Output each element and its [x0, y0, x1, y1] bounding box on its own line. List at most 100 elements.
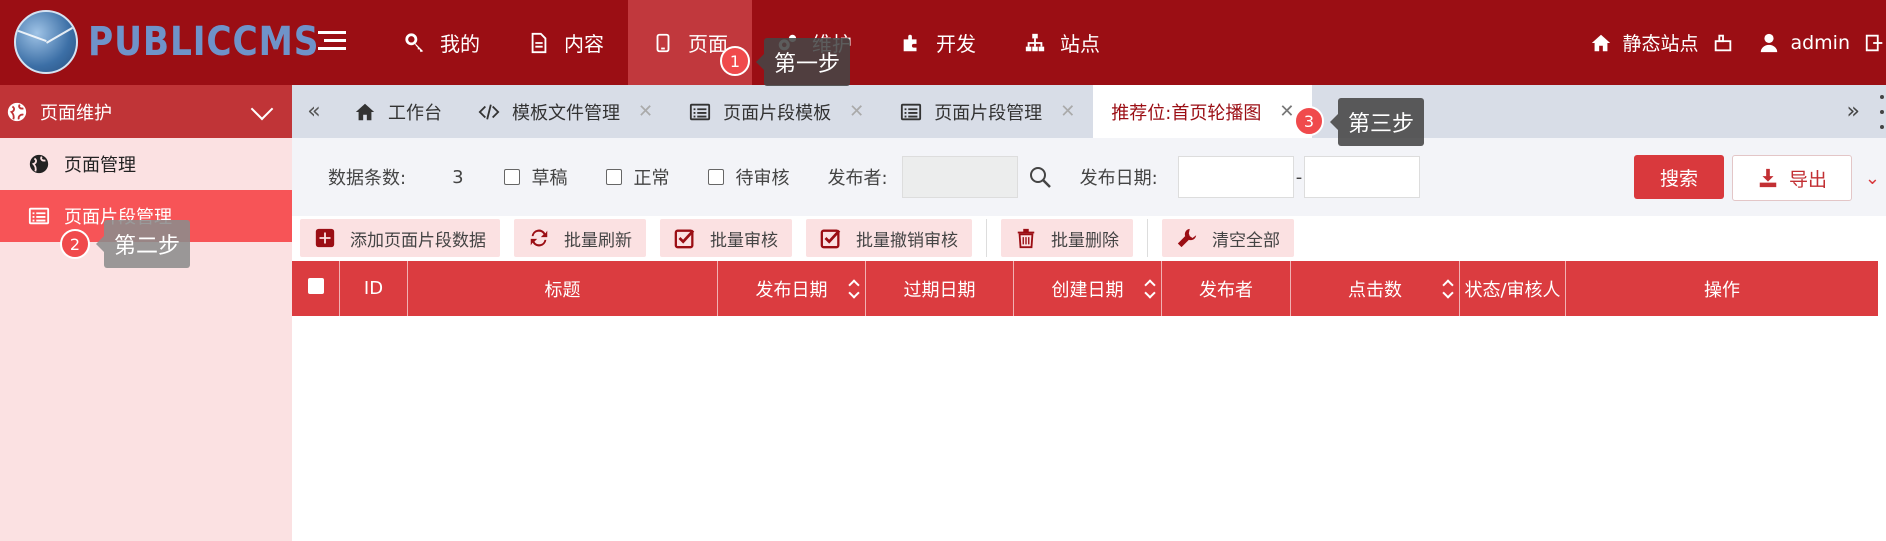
key-icon [404, 32, 426, 54]
checkbox-normal[interactable]: 正常 [605, 164, 670, 190]
sidebar-item-label: 页面管理 [64, 155, 136, 176]
sort-icon[interactable] [1443, 279, 1453, 299]
column-header-status[interactable]: 状态/审核人 [1460, 261, 1566, 316]
user-menu[interactable]: admin [1758, 32, 1850, 54]
column-header-id[interactable]: ID [340, 261, 408, 316]
checkbox-box[interactable] [707, 169, 724, 185]
chevron-down-icon [250, 97, 274, 121]
publisher-input[interactable] [901, 156, 1018, 198]
tab-recommend-carousel[interactable]: 推荐位:首页轮播图 ✕ [1093, 85, 1313, 138]
action-toolbar: 添加页面片段数据 批量刷新 批量审核 批量撤销审核 批量删除 清空全部 [300, 219, 1308, 257]
tab-fragment-templates[interactable]: 页面片段模板 ✕ [671, 85, 882, 138]
tab-fragment-manage[interactable]: 页面片段管理 ✕ [882, 85, 1093, 138]
column-header-create-date[interactable]: 创建日期 [1014, 261, 1162, 316]
search-bar: 数据条数: 3 草稿 正常 待审核 发布者: 发布日期: - 搜索 导出 ⌄ [292, 138, 1886, 216]
step-1-marker: 1 [720, 46, 750, 76]
column-header-clicks[interactable]: 点击数 [1291, 261, 1460, 316]
checkbox-box[interactable] [503, 169, 520, 185]
date-label: 发布日期: [1079, 168, 1158, 189]
home-icon [1592, 34, 1611, 51]
top-right-actions: 静态站点 admin [1590, 0, 1886, 85]
sort-icon[interactable] [1145, 279, 1155, 299]
close-icon[interactable]: ✕ [638, 101, 653, 122]
wrench-icon [1177, 228, 1197, 248]
close-icon[interactable]: ✕ [1279, 101, 1294, 122]
export-button[interactable]: 导出 [1732, 155, 1852, 201]
sidebar: 页面维护 页面管理 页面片段管理 [0, 85, 292, 541]
sidebar-item-page-manage[interactable]: 页面管理 [0, 138, 292, 190]
globe-icon [29, 154, 49, 174]
search-button[interactable]: 搜索 [1634, 155, 1724, 199]
nav-label: 内容 [564, 32, 604, 56]
step-1-tooltip: 第一步 [755, 38, 851, 86]
tab-more-icon[interactable] [1878, 95, 1886, 129]
clear-all-button[interactable]: 清空全部 [1162, 219, 1294, 257]
column-header-publisher[interactable]: 发布者 [1162, 261, 1291, 316]
clean-cache-button[interactable] [1712, 32, 1744, 54]
batch-approve-button[interactable]: 批量审核 [660, 219, 792, 257]
close-icon[interactable]: ✕ [1060, 101, 1075, 122]
sidebar-section-page-maintain[interactable]: 页面维护 [0, 85, 292, 138]
eraser-icon [1715, 34, 1732, 51]
nav-label: 站点 [1060, 32, 1100, 56]
checkbox-draft[interactable]: 草稿 [503, 164, 568, 190]
tab-template-files[interactable]: 模板文件管理 ✕ [460, 85, 671, 138]
nav-item-site[interactable]: 站点 [1000, 0, 1124, 85]
nav-label: 我的 [440, 32, 480, 56]
home-icon [354, 101, 376, 123]
list-icon [689, 101, 711, 123]
checkbox-box[interactable] [605, 169, 622, 185]
menu-toggle-icon[interactable] [318, 26, 346, 58]
column-header-expiry-date[interactable]: 过期日期 [866, 261, 1014, 316]
select-all-checkbox[interactable] [308, 278, 324, 294]
search-icon[interactable] [1028, 165, 1052, 189]
column-header-title[interactable]: 标题 [408, 261, 718, 316]
static-site-link[interactable]: 静态站点 [1590, 29, 1698, 56]
end-date-input[interactable] [1304, 156, 1421, 198]
tab-scroll-left-icon[interactable]: « [292, 85, 336, 138]
logout-icon [1865, 34, 1883, 51]
table-header: ID 标题 发布日期 过期日期 创建日期 发布者 点击数 状态/审核人 操作 [292, 261, 1878, 316]
globe-icon [7, 102, 27, 121]
batch-revoke-approve-button[interactable]: 批量撤销审核 [806, 219, 972, 257]
checkbox-pending[interactable]: 待审核 [707, 164, 790, 190]
download-icon [1759, 168, 1777, 188]
start-date-input[interactable] [1177, 156, 1294, 198]
list-icon [900, 101, 922, 123]
close-icon[interactable]: ✕ [849, 101, 864, 122]
puzzle-icon [900, 32, 922, 54]
logo[interactable]: PUBLICCMS [14, 8, 357, 76]
toolbar-divider [1147, 219, 1148, 257]
nav-item-content[interactable]: 内容 [504, 0, 628, 85]
code-icon [478, 101, 500, 123]
logo-globe-icon [14, 10, 78, 74]
tab-scroll-right-icon[interactable]: » [1847, 85, 1860, 138]
plus-square-icon [315, 228, 335, 248]
nav-label: 开发 [936, 32, 976, 56]
column-header-publish-date[interactable]: 发布日期 [718, 261, 866, 316]
toolbar-divider [986, 219, 987, 257]
step-2-marker: 2 [60, 229, 90, 259]
logout-button[interactable] [1864, 32, 1886, 54]
nav-item-develop[interactable]: 开发 [876, 0, 1000, 85]
nav-item-mine[interactable]: 我的 [380, 0, 504, 85]
logo-text: PUBLICCMS [88, 19, 320, 65]
user-icon [1761, 33, 1778, 52]
batch-delete-button[interactable]: 批量删除 [1001, 219, 1133, 257]
date-separator: - [1295, 166, 1303, 188]
select-all-cell [292, 261, 340, 316]
top-header: PUBLICCMS 我的 内容 页面 维护 [0, 0, 1886, 85]
tab-dashboard[interactable]: 工作台 [336, 85, 460, 138]
count-label: 数据条数: [328, 168, 407, 189]
batch-refresh-button[interactable]: 批量刷新 [514, 219, 646, 257]
step-3-tooltip: 第三步 [1329, 98, 1425, 146]
sort-icon[interactable] [849, 279, 859, 299]
expand-more-icon[interactable]: ⌄ [1865, 168, 1880, 189]
tab-bar: « 工作台 模板文件管理 ✕ 页面片段模板 ✕ 页面片段管理 ✕ 推荐位:首页轮… [292, 85, 1886, 138]
refresh-icon [530, 229, 548, 247]
main-nav: 我的 内容 页面 维护 开发 [380, 0, 1124, 85]
step-3-marker: 3 [1294, 106, 1324, 136]
add-fragment-data-button[interactable]: 添加页面片段数据 [300, 219, 500, 257]
sidebar-section-title: 页面维护 [40, 102, 112, 124]
column-header-actions: 操作 [1704, 279, 1740, 301]
